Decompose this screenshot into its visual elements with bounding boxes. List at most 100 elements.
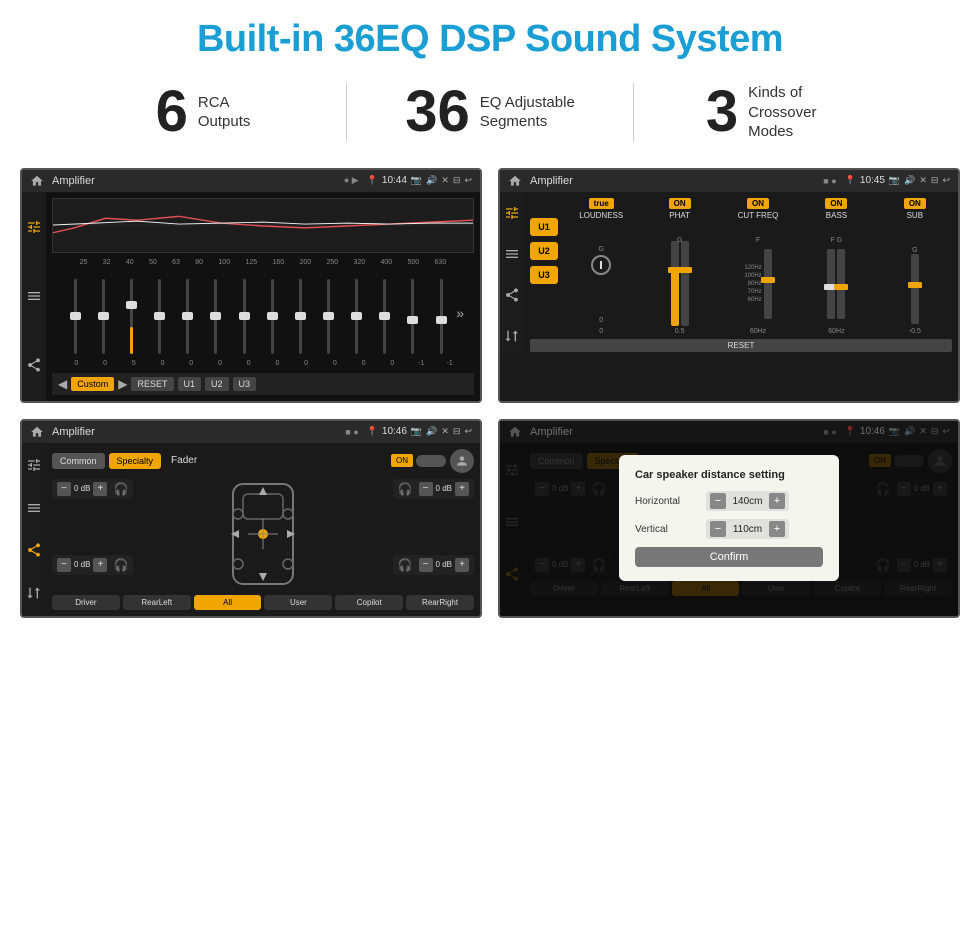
eq-slider-7[interactable] — [259, 279, 285, 354]
nav-user[interactable]: User — [264, 595, 332, 610]
app-name-3: Amplifier — [52, 426, 341, 438]
crossover-icon[interactable] — [503, 327, 521, 345]
bass-slider2[interactable] — [837, 249, 845, 319]
eq-slider-11[interactable] — [372, 279, 398, 354]
eq-slider-3[interactable] — [146, 279, 172, 354]
nav-copilot[interactable]: Copilot — [335, 595, 403, 610]
status-icons-2: 📍 10:45 📷 🔊 ✕ ⊟ ↩ — [845, 175, 950, 186]
home-icon-3 — [30, 425, 44, 439]
left-spacer — [52, 507, 133, 547]
eq-icon-3[interactable] — [25, 456, 43, 474]
vol-val-bl: 0 dB — [74, 560, 90, 569]
on-phat[interactable]: ON — [669, 198, 691, 209]
speaker-icon[interactable] — [25, 356, 43, 374]
reset-btn-2[interactable]: RESET — [530, 339, 952, 352]
home-icon — [30, 174, 44, 188]
fader-toggle-slider[interactable] — [416, 455, 446, 467]
dialog-title: Car speaker distance setting — [635, 469, 823, 481]
eq-slider-4[interactable] — [175, 279, 201, 354]
eq-slider-0[interactable] — [62, 279, 88, 354]
eq-slider-5[interactable] — [203, 279, 229, 354]
confirm-button[interactable]: Confirm — [635, 547, 823, 567]
sub-label: SUB — [907, 211, 923, 220]
on-loudness[interactable]: true — [589, 198, 614, 209]
sub-slider[interactable] — [911, 254, 919, 324]
crossover-layout: U1 U2 U3 true LOUDNESS — [530, 198, 952, 335]
eq-slider-1[interactable] — [90, 279, 116, 354]
time-3: 10:46 — [382, 426, 407, 437]
crossover-values: 0 0.5 60Hz 60Hz -0.5 — [564, 328, 952, 335]
crossover-icon-3[interactable] — [25, 584, 43, 602]
horizontal-minus[interactable]: − — [710, 493, 726, 509]
fader-display: Common Specialty Fader ON — [46, 443, 480, 616]
u3-btn[interactable]: U3 — [233, 377, 257, 391]
nav-rear-right[interactable]: RearRight — [406, 595, 474, 610]
distance-dialog: Car speaker distance setting Horizontal … — [619, 455, 839, 581]
speaker-icon-2[interactable] — [503, 286, 521, 304]
wave-icon[interactable] — [25, 287, 43, 305]
eq-side-strip — [22, 192, 46, 401]
vol-plus-br[interactable]: + — [455, 558, 469, 572]
eq-main-content: 25 32 40 50 63 80 100 125 160 200 250 32… — [46, 192, 480, 401]
val-10: 0 — [349, 360, 378, 367]
eq-icon-2[interactable] — [503, 204, 521, 222]
vol-plus-tr[interactable]: + — [455, 482, 469, 496]
phat-slider2[interactable] — [681, 241, 689, 326]
stat-crossover-label: Kinds ofCrossover Modes — [748, 83, 848, 142]
camera-icon-2: 📷 — [889, 175, 900, 186]
u1-btn[interactable]: U1 — [178, 377, 202, 391]
eq-screen-container: Amplifier ● ▶ 📍 10:44 📷 🔊 ✕ ⊟ ↩ — [20, 168, 482, 403]
vol-minus-bl[interactable]: − — [57, 558, 71, 572]
vol-minus-tr[interactable]: − — [419, 482, 433, 496]
vol-minus-tl[interactable]: − — [57, 482, 71, 496]
eq-slider-13[interactable] — [428, 279, 454, 354]
nav-all[interactable]: All — [194, 595, 262, 610]
custom-btn[interactable]: Custom — [71, 377, 114, 391]
speaker-icon-3[interactable] — [25, 541, 43, 559]
location-icon-2: 📍 — [845, 175, 856, 186]
on-cutfreq[interactable]: ON — [747, 198, 769, 209]
freq-630: 630 — [435, 259, 447, 266]
cutfreq-slider[interactable] — [764, 249, 772, 319]
horizontal-plus[interactable]: + — [769, 493, 785, 509]
eq-slider-8[interactable] — [287, 279, 313, 354]
tab-common[interactable]: Common — [52, 453, 105, 469]
vol-plus-tl[interactable]: + — [93, 482, 107, 496]
eq-slider-2[interactable] — [118, 279, 144, 354]
vol-plus-bl[interactable]: + — [93, 558, 107, 572]
equalizer-icon[interactable] — [25, 218, 43, 236]
eq-slider-9[interactable] — [315, 279, 341, 354]
vertical-plus[interactable]: + — [769, 521, 785, 537]
phat-label: PHAT — [669, 211, 690, 220]
preset-u1[interactable]: U1 — [530, 218, 558, 236]
vol-minus-br[interactable]: − — [419, 558, 433, 572]
on-bass[interactable]: ON — [825, 198, 847, 209]
eq-freq-labels: 25 32 40 50 63 80 100 125 160 200 250 32… — [52, 257, 474, 268]
vol-bottom-right: 🎧 − 0 dB + — [393, 555, 474, 575]
next-icon[interactable]: ▶ — [118, 377, 127, 391]
prev-icon[interactable]: ◀ — [58, 377, 67, 391]
freq-40: 40 — [126, 259, 134, 266]
wave-icon-3[interactable] — [25, 499, 43, 517]
crossover-sliders: G 0 G — [564, 224, 952, 324]
reset-btn[interactable]: RESET — [131, 377, 173, 391]
eq-slider-6[interactable] — [231, 279, 257, 354]
eq-slider-10[interactable] — [344, 279, 370, 354]
wave-icon-2[interactable] — [503, 245, 521, 263]
phat-slider[interactable] — [671, 241, 679, 326]
eq-slider-12[interactable] — [400, 279, 426, 354]
tab-specialty[interactable]: Specialty — [109, 453, 162, 469]
on-sub[interactable]: ON — [904, 198, 926, 209]
vertical-minus[interactable]: − — [710, 521, 726, 537]
car-diagram-wrap — [141, 479, 384, 589]
loudness-knob[interactable] — [591, 255, 611, 275]
nav-rear-left[interactable]: RearLeft — [123, 595, 191, 610]
fader-on-toggle[interactable]: ON — [391, 454, 413, 467]
crossover-controls: true LOUDNESS ON PHAT ON CUT FREQ — [564, 198, 952, 335]
preset-u3[interactable]: U3 — [530, 266, 558, 284]
avatar-btn[interactable] — [450, 449, 474, 473]
nav-driver[interactable]: Driver — [52, 595, 120, 610]
u2-btn[interactable]: U2 — [205, 377, 229, 391]
freq-80: 80 — [195, 259, 203, 266]
preset-u2[interactable]: U2 — [530, 242, 558, 260]
